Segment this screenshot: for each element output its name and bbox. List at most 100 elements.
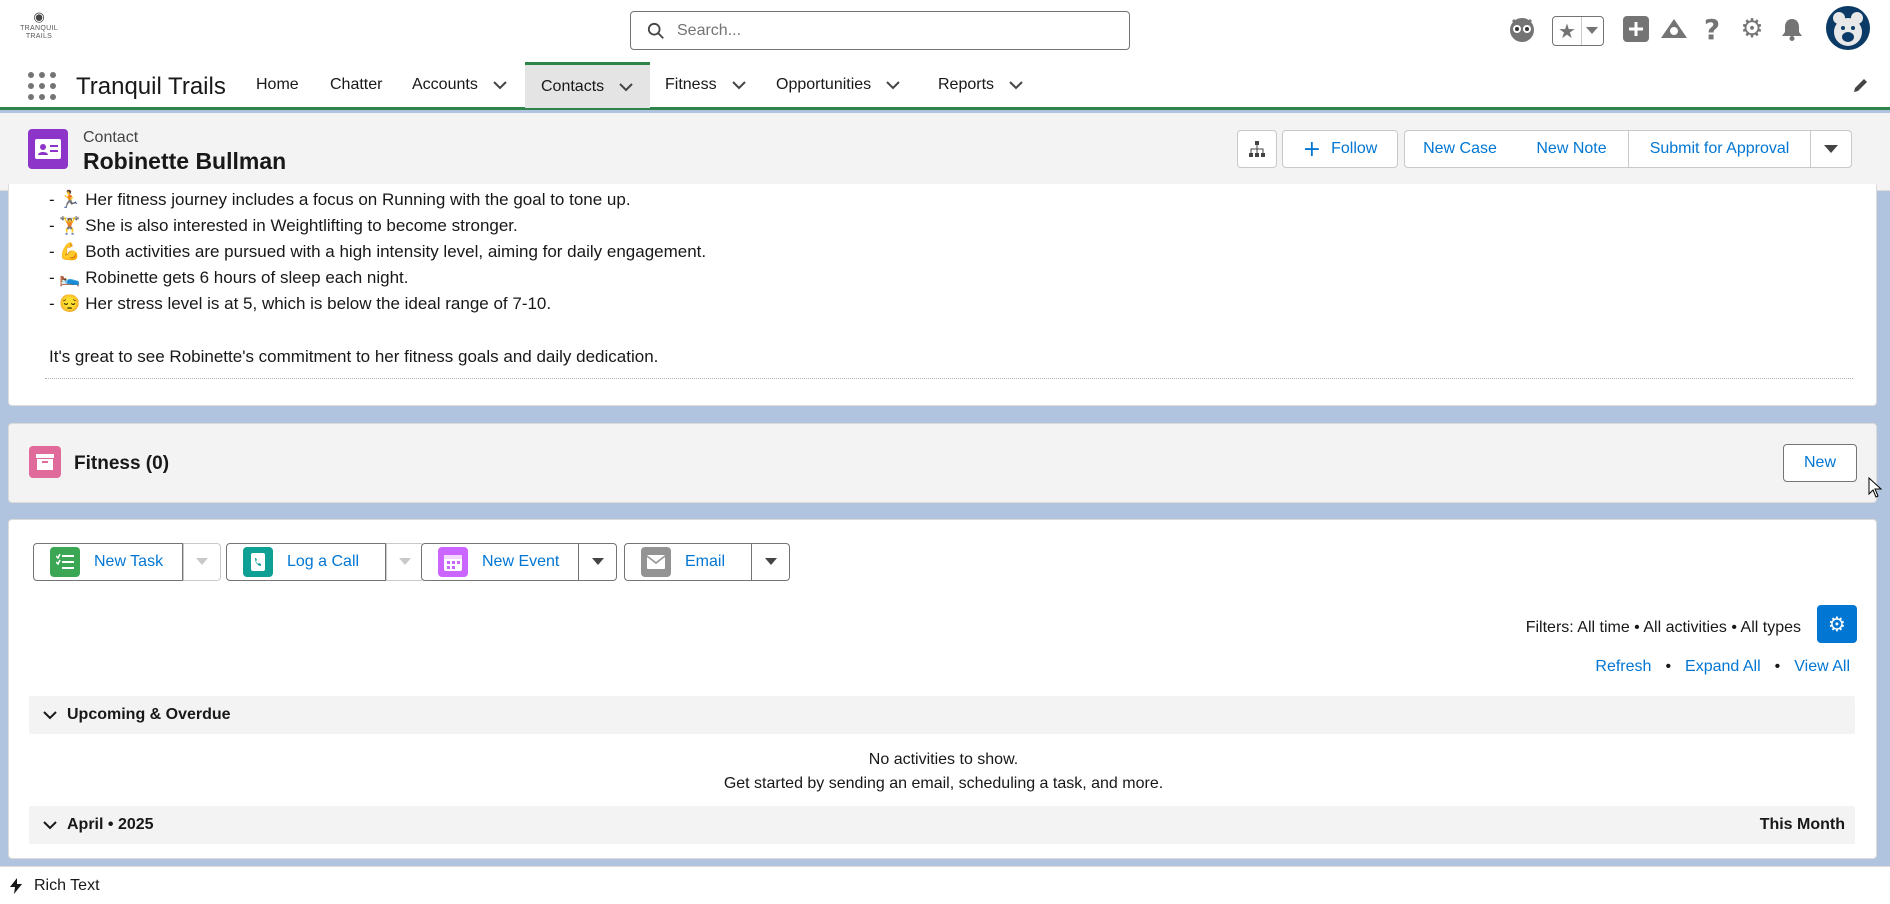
tab-label: Fitness <box>665 76 717 93</box>
summary-line: - 💪 Both activities are pursued with a h… <box>49 242 707 261</box>
record-header: Contact Robinette Bullman + Follow New C… <box>0 113 1890 191</box>
activity-filters-text[interactable]: Filters: All time • All activities • All… <box>1526 619 1801 637</box>
app-navigation: Tranquil Trails Home Chatter Accounts Co… <box>0 60 1890 108</box>
company-logo[interactable]: ◉ TRANQUIL TRAILS <box>18 10 60 50</box>
log-a-call-dropdown[interactable] <box>386 543 424 581</box>
new-task-button[interactable]: New Task <box>33 543 183 581</box>
hierarchy-button[interactable] <box>1237 130 1277 168</box>
chevron-down-icon[interactable] <box>492 77 508 93</box>
tab-label: Accounts <box>412 76 478 93</box>
chevron-down-icon <box>43 821 57 830</box>
chevron-down-icon[interactable] <box>618 79 634 95</box>
section-title: April • 2025 <box>67 816 154 833</box>
logo-text-line2: TRAILS <box>25 33 53 40</box>
chevron-down-icon[interactable] <box>885 77 901 93</box>
app-name: Tranquil Trails <box>76 73 226 100</box>
help-icon[interactable]: ? <box>1696 8 1728 50</box>
tab-label: Opportunities <box>776 76 872 93</box>
chevron-down-icon <box>1824 144 1838 153</box>
global-header: ◉ TRANQUIL TRAILS ★ ? ⚙ Tranquil Trails <box>0 0 1890 110</box>
tab-fitness[interactable]: Fitness <box>665 62 747 108</box>
global-search[interactable] <box>630 11 1130 50</box>
record-object-label: Contact <box>83 129 139 146</box>
fitness-related-list: Fitness (0) New <box>8 423 1877 503</box>
tab-opportunities[interactable]: Opportunities <box>776 62 901 108</box>
hierarchy-icon <box>1249 141 1265 157</box>
activity-settings-button[interactable]: ⚙ <box>1817 605 1857 643</box>
logo-text-line1: TRANQUIL <box>20 25 58 32</box>
chevron-down-icon <box>399 558 411 565</box>
email-dropdown[interactable] <box>752 543 790 581</box>
mouse-cursor-icon <box>1868 477 1882 498</box>
summary-line: - 🏃 Her fitness journey includes a focus… <box>49 190 631 209</box>
tab-reports[interactable]: Reports <box>938 62 1024 108</box>
utility-rich-text[interactable]: Rich Text <box>34 877 100 895</box>
view-all-link[interactable]: View All <box>1794 658 1850 676</box>
follow-label: Follow <box>1331 140 1378 157</box>
tab-contacts[interactable]: Contacts <box>525 62 651 108</box>
link-separator: • <box>1665 658 1672 675</box>
chevron-down-icon <box>196 558 208 565</box>
log-a-call-button[interactable]: Log a Call <box>226 543 386 581</box>
notifications-bell-icon[interactable] <box>1776 8 1808 50</box>
utility-bar: Rich Text <box>0 866 1890 904</box>
favorites-star-icon[interactable]: ★ <box>1553 17 1582 45</box>
activity-links: Refresh • Expand All • View All <box>1595 658 1850 676</box>
refresh-link[interactable]: Refresh <box>1595 658 1651 676</box>
tab-label: Chatter <box>330 76 383 93</box>
chevron-down-icon[interactable] <box>731 77 747 93</box>
global-actions-add-icon[interactable] <box>1620 8 1652 50</box>
search-input[interactable] <box>677 21 1097 40</box>
logo-eye-icon: ◉ <box>33 10 45 25</box>
activity-timeline-card: New Task Log a Call New Event Email Filt… <box>8 519 1877 859</box>
einstein-icon[interactable] <box>1504 8 1540 50</box>
new-task-label: New Task <box>94 553 164 570</box>
email-button[interactable]: Email <box>624 543 752 581</box>
new-event-dropdown[interactable] <box>579 543 617 581</box>
chevron-down-icon <box>764 558 777 565</box>
search-icon <box>647 22 664 39</box>
email-label: Email <box>685 553 726 570</box>
new-task-dropdown[interactable] <box>183 543 221 581</box>
this-month-label: This Month <box>1759 816 1845 833</box>
lightning-bolt-icon <box>10 877 22 894</box>
upcoming-overdue-section[interactable]: Upcoming & Overdue <box>29 696 1855 734</box>
user-avatar[interactable] <box>1826 6 1870 50</box>
new-case-button[interactable]: New Case <box>1404 130 1516 168</box>
trailhead-icon[interactable] <box>1656 8 1692 50</box>
new-event-button[interactable]: New Event <box>421 543 579 581</box>
chevron-down-icon <box>591 558 604 565</box>
fitness-list-title[interactable]: Fitness (0) <box>74 453 169 475</box>
link-separator: • <box>1774 658 1781 675</box>
follow-button[interactable]: + Follow <box>1282 130 1398 168</box>
summary-line: - 😔 Her stress level is at 5, which is b… <box>49 294 552 313</box>
chevron-down-icon[interactable] <box>1008 77 1024 93</box>
fitness-new-button[interactable]: New <box>1783 444 1857 482</box>
favorites-dropdown-icon[interactable] <box>1582 17 1603 45</box>
section-title: Upcoming & Overdue <box>67 706 231 723</box>
app-launcher-icon[interactable] <box>28 72 56 100</box>
summary-line: - 🛌 Robinette gets 6 hours of sleep each… <box>49 268 409 287</box>
gear-icon: ⚙ <box>1828 612 1846 636</box>
more-actions-button[interactable] <box>1810 130 1852 168</box>
new-note-button[interactable]: New Note <box>1515 130 1629 168</box>
log-a-call-label: Log a Call <box>287 553 360 570</box>
submit-for-approval-button[interactable]: Submit for Approval <box>1628 130 1811 168</box>
expand-all-link[interactable]: Expand All <box>1685 658 1761 676</box>
tab-accounts[interactable]: Accounts <box>412 62 508 108</box>
tab-label: Reports <box>938 76 995 93</box>
tab-label: Home <box>256 76 299 93</box>
plus-icon: + <box>1302 136 1322 162</box>
rich-text-summary-card: - 🏃 Her fitness journey includes a focus… <box>8 184 1877 406</box>
new-event-label: New Event <box>482 553 560 570</box>
setup-gear-icon[interactable]: ⚙ <box>1736 8 1768 50</box>
summary-closing: It's great to see Robinette's commitment… <box>49 347 659 366</box>
favorites-group: ★ <box>1552 16 1604 46</box>
phone-icon <box>243 547 273 577</box>
edit-nav-pencil-icon[interactable] <box>1852 76 1870 94</box>
email-envelope-icon <box>641 547 671 577</box>
tab-home[interactable]: Home <box>256 62 299 108</box>
tab-chatter[interactable]: Chatter <box>330 62 382 108</box>
month-section[interactable]: April • 2025 This Month <box>29 806 1855 844</box>
record-name: Robinette Bullman <box>83 148 287 174</box>
